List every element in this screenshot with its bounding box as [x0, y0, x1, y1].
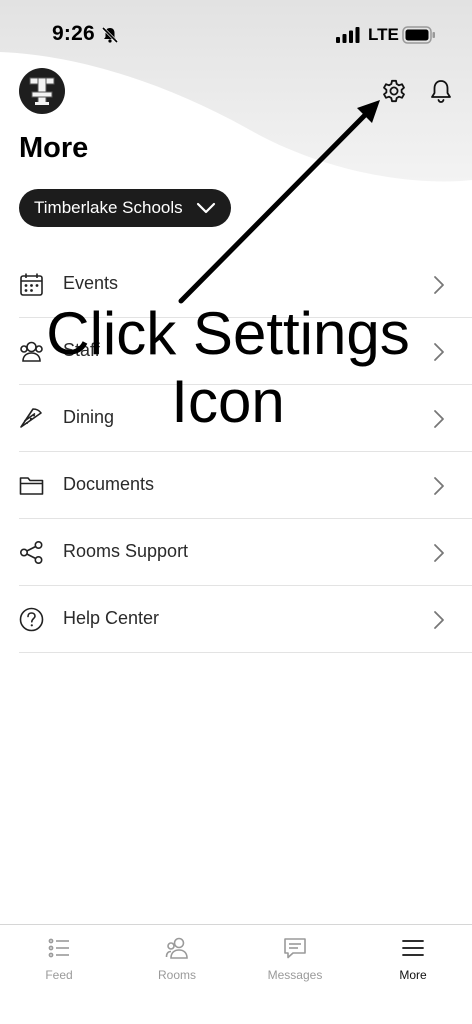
feed-icon — [48, 938, 69, 958]
tab-more[interactable]: More — [354, 925, 472, 995]
network-type: LTE — [368, 25, 399, 44]
annotation-text: Click Settings Icon — [20, 300, 436, 436]
battery-icon — [402, 26, 435, 44]
tab-label: Feed — [45, 968, 73, 982]
chevron-right-icon — [434, 477, 444, 495]
help-icon — [19, 607, 44, 632]
school-selector-label: Timberlake Schools — [34, 198, 183, 217]
settings-icon[interactable] — [380, 77, 408, 105]
tab-feed[interactable]: Feed — [0, 925, 118, 995]
annotation-line-2: Icon — [171, 368, 285, 435]
menu-item-help-center[interactable]: Help Center — [19, 586, 472, 653]
status-time: 9:26 — [52, 22, 95, 45]
bell-icon[interactable] — [427, 77, 455, 105]
school-logo[interactable] — [19, 68, 65, 114]
tab-label: Rooms — [157, 968, 196, 982]
bottom-tab-bar: Feed Rooms Messages More — [0, 924, 472, 1024]
menu-icon — [402, 940, 424, 956]
chevron-right-icon — [434, 611, 444, 629]
messages-icon — [284, 938, 306, 959]
logo-image — [29, 77, 55, 105]
folder-icon — [19, 477, 44, 495]
school-selector[interactable]: Timberlake Schools — [19, 189, 231, 227]
calendar-icon — [20, 273, 43, 296]
signal-icon — [336, 27, 360, 43]
status-bar: 9:26 LTE — [0, 0, 472, 70]
tab-label: More — [399, 968, 427, 982]
annotation-line-1: Click Settings — [46, 300, 410, 367]
page-title: More — [19, 132, 89, 164]
rooms-icon — [165, 937, 188, 959]
chevron-down-icon — [196, 202, 216, 214]
menu-item-rooms-support[interactable]: Rooms Support — [19, 519, 472, 586]
tab-messages[interactable]: Messages — [236, 925, 354, 995]
share-icon — [19, 540, 43, 564]
chevron-right-icon — [434, 544, 444, 562]
menu-item-label: Documents — [63, 474, 155, 494]
menu-item-label: Rooms Support — [63, 541, 189, 561]
chevron-right-icon — [434, 276, 444, 294]
menu-item-label: Events — [63, 273, 119, 293]
menu-item-label: Help Center — [63, 608, 160, 628]
silent-mode-icon — [101, 26, 119, 44]
tab-rooms[interactable]: Rooms — [118, 925, 236, 995]
tab-label: Messages — [267, 968, 323, 982]
menu-item-documents[interactable]: Documents — [19, 452, 472, 519]
